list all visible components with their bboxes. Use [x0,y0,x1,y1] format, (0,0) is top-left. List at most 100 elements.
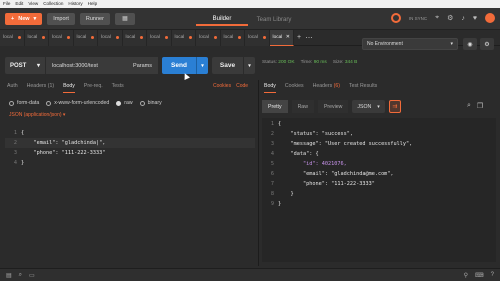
response-body-viewer[interactable]: 1{ 2 "status": "success", 3 "message": "… [262,119,496,209]
tab-team-library[interactable]: Team Library [248,13,300,26]
request-tab[interactable]: local [245,29,270,46]
tab-label: local [199,35,209,40]
pane-divider[interactable] [258,80,259,266]
console-icon[interactable]: ▭ [29,272,35,279]
time-value: 90 ms [313,60,327,65]
request-tab[interactable]: local [147,29,172,46]
request-tab-active[interactable]: local ✕ [269,29,294,46]
params-button[interactable]: Params [133,63,152,69]
tab-tests[interactable]: Tests [112,83,124,93]
line-number: 1 [270,121,274,127]
request-tab[interactable]: local [0,29,25,46]
capture-icon[interactable]: ⌖ [435,14,439,22]
heart-icon[interactable]: ♥ [473,15,477,22]
content-type-select[interactable]: JSON (application/json) ▾ [9,112,65,118]
response-format-select[interactable]: JSON ▾ [352,100,385,113]
cookies-link[interactable]: Cookies [213,83,231,89]
copy-icon[interactable]: ❐ [477,102,483,110]
request-tab[interactable]: local [122,29,147,46]
tab-headers[interactable]: Headers (1) [27,83,54,93]
status-label: Status: [262,60,277,65]
close-icon[interactable]: ✕ [286,34,290,40]
menu-collection[interactable]: Collection [43,0,63,8]
line-number: 7 [270,181,274,187]
keyboard-icon[interactable]: ⌨ [475,272,484,279]
method-select[interactable]: POST ▾ [5,57,45,74]
view-pretty-button[interactable]: Pretty [262,100,288,113]
sync-icon[interactable] [390,13,401,23]
code-line: 8 } [262,189,496,199]
request-tab[interactable]: local [196,29,221,46]
avatar[interactable] [485,13,495,23]
tab-test-results[interactable]: Test Results [349,83,377,93]
request-tab[interactable]: local [73,29,98,46]
code-link[interactable]: Code [236,83,248,89]
tab-prerequest[interactable]: Pre-req. [84,83,103,93]
save-button-label: Save [219,62,236,69]
request-tab[interactable]: local [49,29,74,46]
sidebar-toggle-icon[interactable]: ▤ [6,272,12,279]
line-number: 6 [270,171,274,177]
tab-label: local [248,35,258,40]
chevron-down-icon[interactable]: ▾ [196,57,208,74]
header-actions: IN SYNC ⌖ ⚙ ♪ ♥ [390,13,495,23]
bulb-icon[interactable]: ⚲ [464,272,468,279]
runner-button[interactable]: Runner [79,12,110,25]
new-button[interactable]: + New ▾ [5,12,43,25]
view-raw-button[interactable]: Raw [291,100,314,113]
tab-auth[interactable]: Auth [7,83,18,93]
import-button[interactable]: Import [47,12,75,25]
wrap-lines-icon[interactable]: ⇉ [388,100,401,113]
menu-file[interactable]: File [3,0,10,8]
radio-raw[interactable]: raw [116,100,133,106]
settings-icon[interactable]: ⚙ [447,14,453,22]
add-tab-button[interactable]: + [294,30,304,46]
unsaved-dot-icon [140,36,143,39]
code-text: { [278,121,282,127]
save-button[interactable]: Save ▾ [212,57,255,74]
menu-view[interactable]: View [28,0,38,8]
unsaved-dot-icon [213,36,217,39]
tab-response-body[interactable]: Body [264,83,276,93]
eye-icon: ◉ [467,41,473,48]
environment-quick-look-button[interactable]: ◉ [463,38,477,50]
search-icon[interactable]: ⌕ [467,102,471,110]
tab-label: local [223,35,234,40]
content-type-value: JSON (application/json) [9,112,62,118]
more-tabs-button[interactable]: ⋯ [304,30,314,46]
layout-toggle-button[interactable]: ▦ [114,12,135,25]
code-text: "status": "success", [278,131,353,137]
radio-binary[interactable]: binary [139,100,162,106]
tab-response-headers[interactable]: Headers (6) [313,83,340,93]
code-text: "phone": "111-222-3333" [21,150,106,156]
size-label: Size: [332,60,344,65]
environment-select[interactable]: No Environment ▾ [362,38,458,50]
code-text: } [278,201,282,207]
line-number: 2 [13,140,17,146]
help-icon[interactable]: ? [491,272,494,279]
search-icon[interactable]: ⌕ [19,272,22,279]
request-tab[interactable]: local [98,29,123,46]
chevron-down-icon: ▾ [377,103,380,110]
request-tab[interactable]: local [171,29,196,46]
request-tab[interactable]: local [24,29,49,46]
tab-builder[interactable]: Builder [196,13,248,26]
tab-body[interactable]: Body [63,83,75,93]
notifications-icon[interactable]: ♪ [461,15,465,22]
menu-history[interactable]: History [68,0,82,8]
request-tab[interactable]: local [220,29,245,46]
chevron-down-icon: ▾ [33,15,37,22]
menu-help[interactable]: Help [88,0,97,8]
send-button[interactable]: Send ▾ [162,57,208,74]
radio-form-data[interactable]: form-data [9,100,39,106]
header-toolbar: + New ▾ Import Runner ▦ Builder Team Lib… [0,8,500,30]
chevron-down-icon[interactable]: ▾ [243,57,255,74]
view-preview-button[interactable]: Preview [317,100,349,113]
menu-edit[interactable]: Edit [15,0,23,8]
tab-response-cookies[interactable]: Cookies [285,83,304,93]
manage-environments-button[interactable]: ⚙ [480,38,494,50]
line-number: 3 [270,141,274,147]
request-body-editor[interactable]: 1{ 2 "email": "gladchinda|", 3 "phone": … [5,128,255,168]
radio-urlencoded[interactable]: x-www-form-urlencoded [46,100,109,106]
url-input[interactable]: localhost:3000/test Params [45,57,158,74]
